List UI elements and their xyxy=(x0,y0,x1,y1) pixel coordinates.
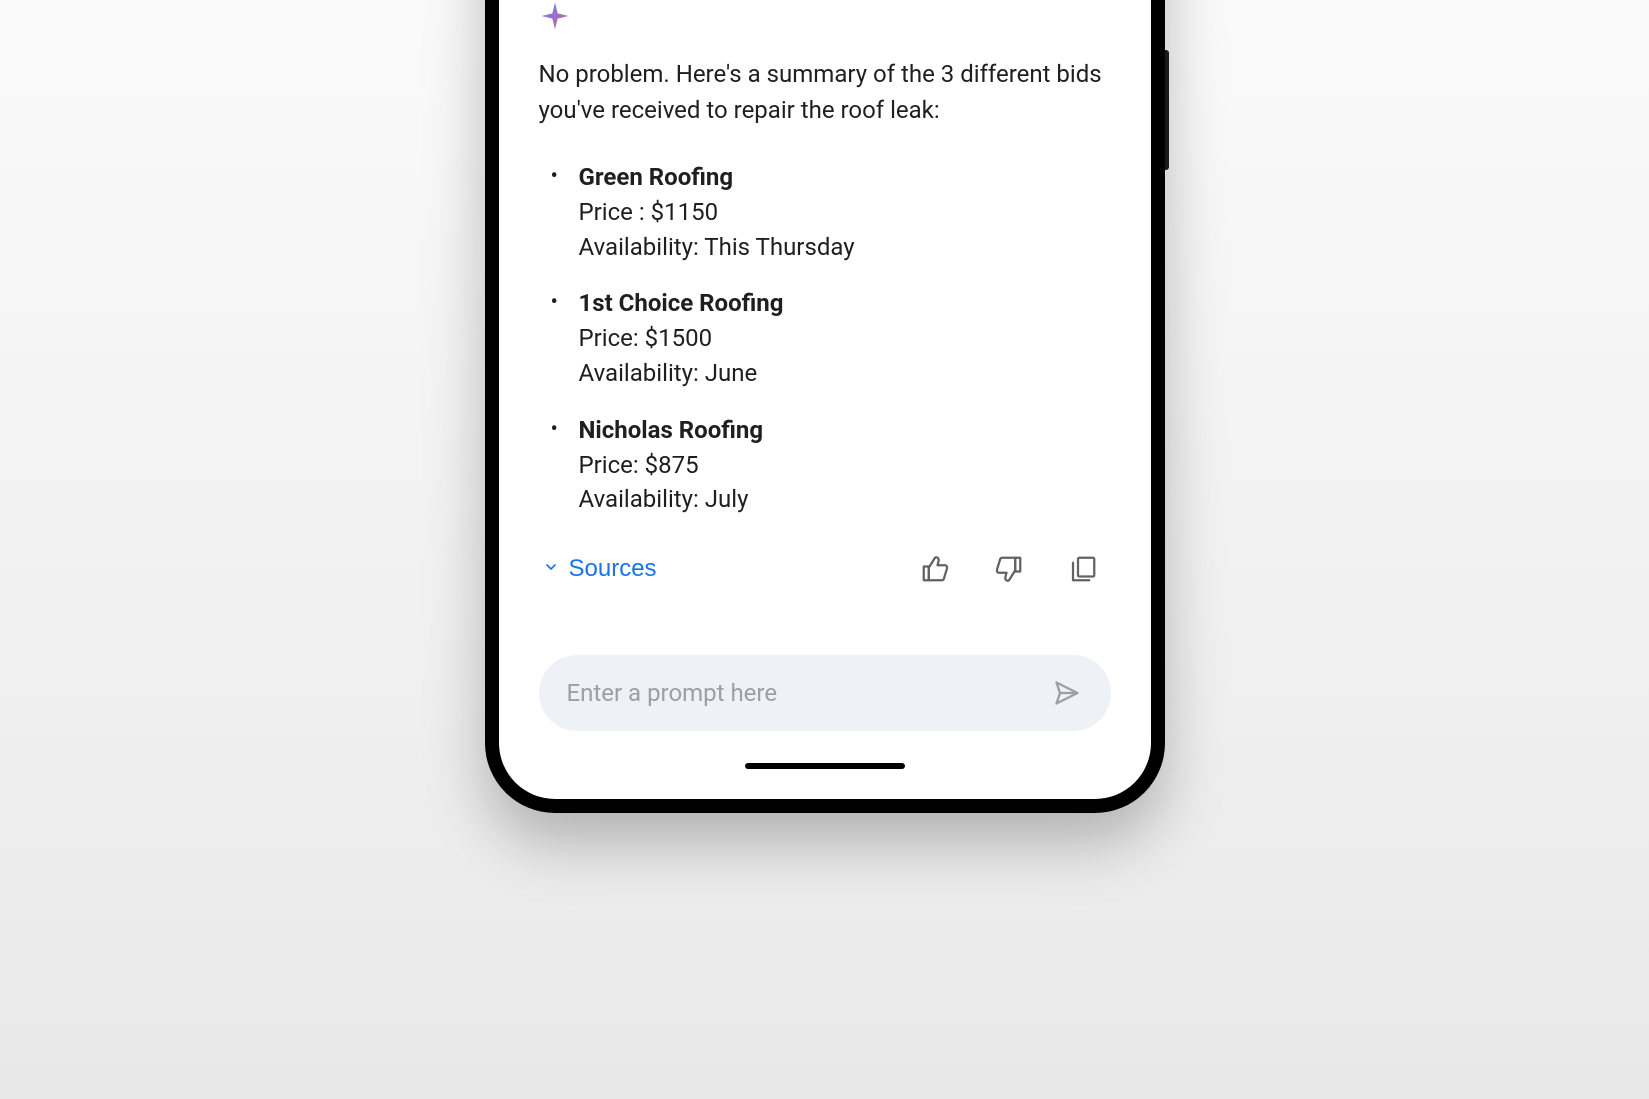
bid-name: Nicholas Roofing xyxy=(579,413,1111,448)
prompt-bar xyxy=(539,655,1111,731)
bid-list: Green Roofing Price : $1150 Availability… xyxy=(551,160,1111,517)
list-item: 1st Choice Roofing Price: $1500 Availabi… xyxy=(551,286,1111,390)
bid-availability: Availability: June xyxy=(579,356,1111,391)
response-intro: No problem. Here's a summary of the 3 di… xyxy=(539,56,1111,128)
feedback-icons xyxy=(919,553,1099,585)
home-indicator[interactable] xyxy=(745,763,905,769)
thumbs-down-button[interactable] xyxy=(993,553,1025,585)
bid-availability: Availability: July xyxy=(579,482,1111,517)
copy-button[interactable] xyxy=(1067,553,1099,585)
sources-label: Sources xyxy=(569,555,657,583)
list-item: Green Roofing Price : $1150 Availability… xyxy=(551,160,1111,264)
bid-price: Price : $1150 xyxy=(579,195,1111,230)
list-item: Nicholas Roofing Price: $875 Availabilit… xyxy=(551,413,1111,517)
prompt-input[interactable] xyxy=(567,679,1051,707)
bid-name: 1st Choice Roofing xyxy=(579,286,1111,321)
sources-toggle[interactable]: Sources xyxy=(543,555,657,583)
send-button[interactable] xyxy=(1051,677,1083,709)
chevron-down-icon xyxy=(543,559,559,580)
phone-frame: No problem. Here's a summary of the 3 di… xyxy=(485,0,1165,813)
bid-price: Price: $875 xyxy=(579,448,1111,483)
bid-availability: Availability: This Thursday xyxy=(579,230,1111,265)
app-screen: No problem. Here's a summary of the 3 di… xyxy=(499,0,1151,799)
actions-row: Sources xyxy=(539,553,1111,585)
sparkle-icon xyxy=(539,0,571,32)
thumbs-up-button[interactable] xyxy=(919,553,951,585)
bid-name: Green Roofing xyxy=(579,160,1111,195)
bid-price: Price: $1500 xyxy=(579,321,1111,356)
